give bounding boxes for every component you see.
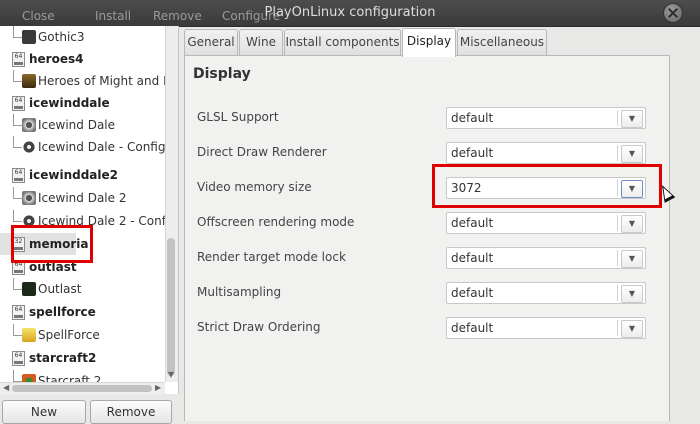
tab-miscellaneous[interactable]: Miscellaneous bbox=[457, 29, 547, 55]
tree-item-outlast[interactable]: Outlast bbox=[0, 278, 165, 300]
window-title: PlayOnLinux configuration bbox=[264, 5, 436, 20]
strict-draw-ordering-label: Strict Draw Ordering bbox=[197, 320, 321, 334]
chevron-down-icon[interactable]: ▼ bbox=[621, 320, 643, 338]
heroes-icon bbox=[22, 74, 36, 88]
dropdown-value: default bbox=[451, 146, 494, 160]
dropdown-value: default bbox=[451, 216, 494, 230]
tree-group-label: spellforce bbox=[29, 305, 96, 319]
tab-install-components[interactable]: Install components bbox=[284, 29, 401, 55]
multisampling-label: Multisampling bbox=[197, 285, 282, 299]
wine-icon bbox=[22, 191, 36, 205]
scroll-right-arrow-icon[interactable]: ▶ bbox=[155, 383, 161, 392]
tree-item-label: Icewind Dale 2 bbox=[38, 191, 127, 205]
tree-horizontal-scroll-thumb[interactable] bbox=[12, 385, 152, 392]
tree-item-label: Icewind Dale bbox=[38, 118, 116, 132]
tree-item-gothic3[interactable]: Gothic3 bbox=[0, 26, 165, 48]
tree-group-label: icewinddale bbox=[29, 96, 110, 110]
tree-vertical-scroll-thumb[interactable] bbox=[167, 238, 175, 376]
tree-item-heroes[interactable]: Heroes of Might and M bbox=[0, 70, 173, 92]
highlight-box-memoria bbox=[11, 225, 93, 263]
tree-item-label: Icewind Dale - Config bbox=[38, 140, 166, 154]
tab-wine[interactable]: Wine bbox=[239, 29, 283, 55]
arch-64-icon: 64 bbox=[12, 96, 25, 111]
dropdown-value: default bbox=[451, 286, 494, 300]
dropdown-value: default bbox=[451, 321, 494, 335]
gear-icon bbox=[22, 140, 36, 154]
offscreen-rendering-mode-dropdown[interactable]: default ▼ bbox=[446, 212, 646, 234]
render-target-mode-lock-dropdown[interactable]: default ▼ bbox=[446, 247, 646, 269]
tree-item-spellforce[interactable]: SpellForce bbox=[0, 324, 165, 346]
scroll-left-arrow-icon[interactable]: ◀ bbox=[3, 383, 9, 392]
chevron-down-icon[interactable]: ▼ bbox=[621, 215, 643, 233]
section-heading: Display bbox=[193, 66, 251, 82]
tree-group-icewinddale2[interactable]: 64 icewinddale2 bbox=[0, 164, 165, 186]
chevron-down-icon[interactable]: ▼ bbox=[621, 250, 643, 268]
tree-item-icewind-dale-config[interactable]: Icewind Dale - Config bbox=[0, 136, 165, 158]
tree-item-label: Outlast bbox=[38, 282, 82, 296]
tree-group-label: heroes4 bbox=[29, 52, 84, 66]
wine-icon bbox=[22, 118, 36, 132]
tree-group-label: icewinddale2 bbox=[29, 168, 118, 182]
glsl-support-dropdown[interactable]: default ▼ bbox=[446, 107, 646, 129]
video-memory-size-label: Video memory size bbox=[197, 180, 312, 194]
multisampling-dropdown[interactable]: default ▼ bbox=[446, 282, 646, 304]
remove-button[interactable]: Remove bbox=[90, 400, 172, 424]
dropdown-value: default bbox=[451, 251, 494, 265]
highlight-box-video-memory bbox=[432, 164, 662, 208]
new-button[interactable]: New bbox=[2, 400, 86, 424]
glsl-support-label: GLSL Support bbox=[197, 110, 279, 124]
chevron-down-icon[interactable]: ▼ bbox=[621, 145, 643, 163]
scroll-down-arrow-icon[interactable]: ▼ bbox=[165, 369, 177, 381]
direct-draw-renderer-label: Direct Draw Renderer bbox=[197, 145, 327, 159]
arch-64-icon: 64 bbox=[12, 168, 25, 183]
spellforce-icon bbox=[22, 328, 36, 342]
render-target-mode-lock-label: Render target mode lock bbox=[197, 250, 346, 264]
tree-group-icewinddale[interactable]: 64 icewinddale bbox=[0, 92, 165, 114]
tree-item-label: Gothic3 bbox=[38, 30, 85, 44]
tree-item-label: SpellForce bbox=[38, 328, 100, 342]
tree-item-label: Heroes of Might and M bbox=[38, 74, 174, 88]
offscreen-rendering-mode-label: Offscreen rendering mode bbox=[197, 215, 355, 229]
prefix-tree: Gothic3 64 heroes4 Heroes of Might and M… bbox=[0, 26, 179, 394]
tree-group-label: starcraft2 bbox=[29, 351, 97, 365]
tree-group-starcraft2[interactable]: 64 starcraft2 bbox=[0, 347, 165, 369]
arch-64-icon: 64 bbox=[12, 305, 25, 320]
chevron-down-icon[interactable]: ▼ bbox=[621, 285, 643, 303]
tree-item-icewind-dale[interactable]: Icewind Dale bbox=[0, 114, 165, 136]
chevron-down-icon[interactable]: ▼ bbox=[621, 110, 643, 128]
arch-64-icon: 64 bbox=[12, 351, 25, 366]
outlast-icon bbox=[22, 282, 36, 296]
direct-draw-renderer-dropdown[interactable]: default ▼ bbox=[446, 142, 646, 164]
tab-general[interactable]: General bbox=[184, 29, 238, 55]
gothic3-icon bbox=[22, 30, 36, 44]
tab-display[interactable]: Display bbox=[402, 28, 456, 57]
window-close-button[interactable] bbox=[663, 3, 683, 23]
strict-draw-ordering-dropdown[interactable]: default ▼ bbox=[446, 317, 646, 339]
tree-group-spellforce[interactable]: 64 spellforce bbox=[0, 301, 165, 323]
arch-64-icon: 64 bbox=[12, 52, 25, 67]
dropdown-value: default bbox=[451, 111, 494, 125]
tree-item-icewind-dale-2[interactable]: Icewind Dale 2 bbox=[0, 187, 165, 209]
tree-group-heroes4[interactable]: 64 heroes4 bbox=[0, 48, 165, 70]
